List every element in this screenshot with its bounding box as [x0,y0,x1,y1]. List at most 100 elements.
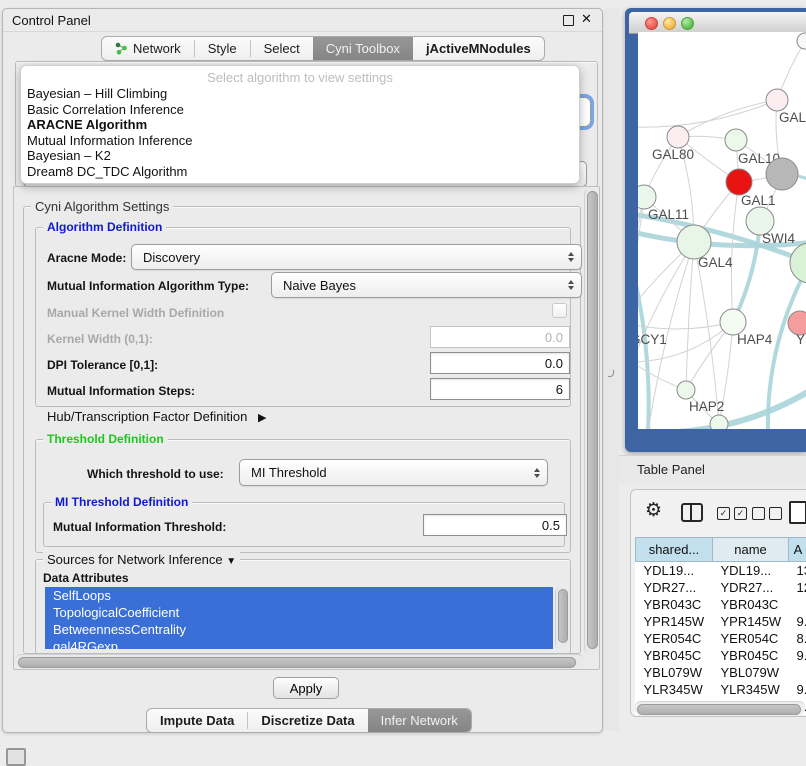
column-header-name[interactable]: name [713,538,789,562]
table-row[interactable]: YBL079WYBL079W [636,664,806,681]
panel-divider[interactable] [604,8,619,731]
table-cell[interactable]: YBR045C [636,647,713,664]
columns-icon[interactable] [681,503,703,522]
close-panel-icon[interactable]: ✕ [581,11,592,27]
network-node-gal10[interactable] [725,129,747,151]
sources-title-text: Sources for Network Inference [47,552,223,567]
network-node-gal80[interactable] [667,126,689,148]
minimize-window-icon[interactable] [663,17,676,30]
table-cell[interactable]: YBL079W [713,664,789,681]
table-cell[interactable]: 12 [789,579,806,596]
table-cell[interactable]: 9. [789,647,806,664]
table-cell[interactable]: 9. [789,681,806,698]
attribute-list-item[interactable]: gal4RGexp [45,638,553,649]
zoom-window-icon[interactable] [681,17,694,30]
network-window-titlebar[interactable] [629,12,806,34]
gear-icon[interactable]: ⚙ [645,499,662,522]
table-cell[interactable]: YBL079W [636,664,713,681]
attribute-list-item[interactable]: BetweennessCentrality [45,621,553,638]
network-node[interactable] [766,158,798,190]
network-node-gal1[interactable] [726,169,752,195]
divider-handle[interactable] [608,370,614,377]
table-cell[interactable]: 9. [789,613,806,630]
mi-steps-field[interactable]: 6 [430,378,570,400]
dpi-tolerance-field[interactable]: 0.0 [430,352,570,374]
table-row[interactable]: YPR145WYPR145W9. [636,613,806,630]
settings-horizontal-scrollbar[interactable] [15,654,584,668]
table-cell[interactable]: YBR045C [713,647,789,664]
tab-network[interactable]: Network [102,37,194,60]
network-node-gal[interactable] [766,89,788,111]
table-row[interactable]: YLR345WYLR345W9. [636,681,806,698]
tab-infer-network-label: Infer Network [381,713,458,728]
table-cell[interactable]: 8. [789,630,806,647]
dropdown-item[interactable]: Basic Correlation Inference [21,102,579,118]
table-horizontal-scrollbar[interactable] [635,701,805,715]
aracne-mode-combobox[interactable]: Discovery [131,244,582,270]
sources-group-title[interactable]: Sources for Network Inference ▼ [43,552,240,567]
table-row[interactable]: YDR27...YDR27...12 [636,579,806,596]
dropdown-item[interactable]: ARACNE Algorithm [21,117,579,133]
tab-impute-data[interactable]: Impute Data [147,709,247,732]
tab-discretize-data[interactable]: Discretize Data [248,709,367,732]
mi-type-combobox[interactable]: Naive Bayes [271,272,582,298]
column-header-partial[interactable]: A [789,538,806,562]
tab-infer-network[interactable]: Infer Network [368,709,471,732]
minimized-panel-icon[interactable] [6,748,26,766]
table-cell[interactable]: YDR27... [713,579,789,596]
hub-definition-expander[interactable]: Hub/Transcription Factor Definition ▶ [47,409,266,424]
network-node-hap2[interactable] [677,381,695,399]
network-node[interactable] [790,243,806,283]
manual-kernel-checkbox[interactable] [552,303,567,318]
table-cell[interactable] [789,596,806,613]
table-cell[interactable]: YER054C [713,630,789,647]
which-threshold-combobox[interactable]: MI Threshold [239,459,548,486]
close-window-icon[interactable] [645,17,658,30]
float-panel-icon[interactable] [563,15,574,26]
kernel-width-field[interactable]: 0.0 [430,326,570,348]
settings-hscroll-thumb[interactable] [18,657,576,668]
dropdown-item[interactable]: Mutual Information Inference [21,133,579,149]
tab-cyni-toolbox[interactable]: Cyni Toolbox [313,37,413,60]
column-header-shared-name[interactable]: shared... [636,538,713,562]
attribute-list-item[interactable]: TopologicalCoefficient [45,604,553,621]
table-cell[interactable]: YPR145W [636,613,713,630]
table-cell[interactable]: YPR145W [713,613,789,630]
network-node[interactable] [710,415,728,429]
attribute-list-item[interactable]: SelfLoops [45,587,553,604]
tab-jactivemnodules[interactable]: jActiveMNodules [413,37,544,60]
table-cell[interactable]: YLR345W [713,681,789,698]
settings-vscroll-thumb[interactable] [587,191,598,649]
table-cell[interactable]: YBR043C [636,596,713,613]
attributes-scroll-thumb[interactable] [558,589,568,643]
network-node-gal4[interactable] [677,225,711,259]
table-row[interactable]: YDL19...YDL19...13 [636,562,806,580]
mi-threshold-field[interactable]: 0.5 [423,514,567,536]
attributes-scrollbar[interactable] [555,587,568,649]
document-icon[interactable] [789,501,806,524]
table-row[interactable]: YBR045CYBR045C9. [636,647,806,664]
apply-button[interactable]: Apply [273,677,339,699]
network-node[interactable] [797,33,806,49]
table-row[interactable]: YER054CYER054C8. [636,630,806,647]
dpi-tolerance-value: 0.0 [545,356,563,371]
table-cell[interactable]: YLR345W [636,681,713,698]
table-cell[interactable]: YDR27... [636,579,713,596]
dropdown-item[interactable]: Bayesian – K2 [21,148,579,164]
dropdown-item[interactable]: Bayesian – Hill Climbing [21,86,579,102]
select-all-icon[interactable]: ✓✓ [717,507,747,520]
network-canvas[interactable]: GALGAL80GAL10GAL1GAL11SWI4GAL4GCY1HAP4YH… [638,32,806,429]
table-cell[interactable]: YER054C [636,630,713,647]
table-cell[interactable]: YDL19... [713,562,789,580]
table-hscroll-thumb[interactable] [637,704,801,715]
tab-select[interactable]: Select [251,37,313,60]
table-row[interactable]: YBR043CYBR043C [636,596,806,613]
table-cell[interactable]: YBR043C [713,596,789,613]
settings-vertical-scrollbar[interactable] [584,188,598,654]
table-cell[interactable]: YDL19... [636,562,713,580]
deselect-all-icon[interactable] [752,507,782,520]
dropdown-item[interactable]: Dream8 DC_TDC Algorithm [21,164,579,180]
table-cell[interactable] [789,664,806,681]
tab-style[interactable]: Style [195,37,250,60]
table-cell[interactable]: 13 [789,562,806,580]
